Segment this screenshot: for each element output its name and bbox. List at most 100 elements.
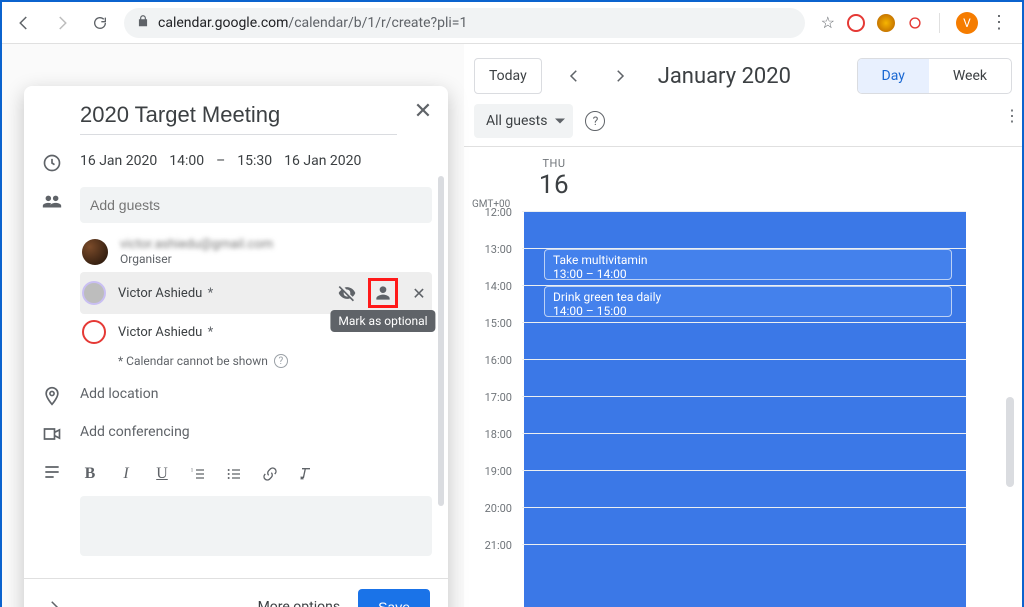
hour-label: 20:00 (466, 502, 512, 515)
day-number: 16 (524, 170, 584, 200)
guest-list: victor.ashiedu@gmail.com Organiser Victo… (80, 231, 432, 368)
visibility-off-icon[interactable] (336, 282, 358, 304)
day-of-week: THU (524, 157, 584, 170)
view-toggle: Day Week (857, 58, 1012, 94)
calendar-settings-icon[interactable]: ⋮ (1004, 106, 1022, 125)
link-button[interactable] (260, 464, 280, 484)
hour-label: 21:00 (466, 539, 512, 552)
extension-icon-2[interactable] (877, 14, 895, 32)
event-title-input[interactable] (80, 100, 397, 135)
toolbar-right: ☆ V ⋮ (815, 12, 1014, 34)
panel-footer: More options Save (24, 578, 448, 607)
star-icon[interactable]: ☆ (821, 13, 835, 32)
event-2[interactable]: Drink green tea daily 14:00 – 15:00 (544, 286, 952, 317)
description-textarea[interactable] (80, 496, 432, 556)
today-button[interactable]: Today (474, 58, 542, 94)
underline-button[interactable]: U (152, 464, 172, 484)
add-guests-input[interactable] (80, 187, 432, 223)
hour-label: 14:00 (466, 280, 512, 293)
next-day-button[interactable] (606, 62, 634, 90)
calendar-header: Today January 2020 Day Week (464, 44, 1022, 104)
back-button[interactable] (10, 9, 38, 37)
mark-optional-button[interactable] (368, 278, 398, 308)
url-text: calendar.google.com/calendar/b/1/r/creat… (158, 15, 467, 31)
content-area: Today January 2020 Day Week ⋮ All guests… (2, 44, 1022, 607)
calendar-subheader: All guests ? (464, 104, 1022, 146)
extension-icon-1[interactable] (847, 14, 865, 32)
separator (939, 13, 940, 33)
browser-menu-icon[interactable]: ⋮ (990, 12, 1008, 33)
prev-day-button[interactable] (560, 62, 588, 90)
optional-asterisk: * (208, 325, 214, 340)
event-1[interactable]: Take multivitamin 13:00 – 14:00 (544, 249, 952, 280)
hour-label: 12:00 (466, 206, 512, 219)
organiser-label: Organiser (120, 252, 430, 266)
guests-filter-dropdown[interactable]: All guests (474, 104, 573, 138)
lock-icon (136, 13, 150, 32)
bold-button[interactable]: B (80, 464, 100, 484)
clear-format-button[interactable] (296, 464, 316, 484)
calendar-day-view: Today January 2020 Day Week ⋮ All guests… (464, 44, 1022, 607)
hour-label: 19:00 (466, 465, 512, 478)
end-time[interactable]: 15:30 (237, 153, 272, 169)
forward-button[interactable] (48, 9, 76, 37)
event-time: 13:00 – 14:00 (553, 267, 943, 281)
event-editor-panel: ✕ 16 Jan 2020 14:00 – 15:30 16 Jan 2020 (24, 86, 448, 607)
hour-label: 18:00 (466, 428, 512, 441)
guest-row-1[interactable]: Victor Ashiedu * (80, 272, 432, 314)
event-title: Take multivitamin (553, 253, 943, 267)
location-icon (24, 382, 80, 406)
guest-organiser-row[interactable]: victor.ashiedu@gmail.com Organiser (80, 231, 432, 272)
save-button[interactable]: Save (358, 589, 430, 607)
clock-icon (24, 149, 80, 173)
guests-icon (24, 187, 80, 368)
more-options-button[interactable]: More options (258, 599, 341, 607)
avatar (82, 239, 108, 265)
time-separator: – (216, 153, 225, 169)
dropdown-caret-icon (555, 119, 565, 124)
guests-filter-label: All guests (486, 113, 547, 129)
avatar (82, 281, 106, 305)
collapse-button[interactable] (42, 595, 66, 607)
scrollbar[interactable] (1006, 397, 1014, 487)
avatar (82, 320, 106, 344)
calendar-grid: THU 16 GMT+00 12:00 13:00 14:00 15:00 16… (464, 146, 1022, 607)
start-time[interactable]: 14:00 (169, 153, 204, 169)
optional-asterisk: * (208, 286, 214, 301)
start-date[interactable]: 16 Jan 2020 (80, 153, 157, 169)
svg-text:1: 1 (191, 467, 194, 473)
help-icon[interactable]: ? (274, 354, 288, 368)
calendar-warning: * Calendar cannot be shown ? (118, 354, 432, 368)
remove-guest-button[interactable]: ✕ (408, 282, 430, 304)
hour-label: 15:00 (466, 317, 512, 330)
bulleted-list-button[interactable] (224, 464, 244, 484)
numbered-list-button[interactable]: 1 (188, 464, 208, 484)
warning-text: * Calendar cannot be shown (118, 354, 268, 368)
profile-avatar[interactable]: V (956, 12, 978, 34)
view-day-button[interactable]: Day (858, 59, 929, 93)
video-icon (24, 420, 80, 444)
reload-button[interactable] (86, 9, 114, 37)
format-toolbar: B I U 1 (80, 458, 432, 490)
hour-label: 16:00 (466, 354, 512, 367)
browser-window: calendar.google.com/calendar/b/1/r/creat… (2, 2, 1022, 607)
organiser-name: victor.ashiedu@gmail.com (120, 237, 273, 252)
hour-label: 17:00 (466, 391, 512, 404)
help-icon[interactable]: ? (585, 111, 605, 131)
guest-name: Victor Ashiedu (118, 286, 202, 301)
italic-button[interactable]: I (116, 464, 136, 484)
add-location-row[interactable]: Add location (80, 386, 432, 402)
event-title: Drink green tea daily (553, 290, 943, 304)
add-conferencing-row[interactable]: Add conferencing (80, 424, 432, 440)
end-date[interactable]: 16 Jan 2020 (284, 153, 361, 169)
view-week-button[interactable]: Week (929, 59, 1011, 93)
omnibox[interactable]: calendar.google.com/calendar/b/1/r/creat… (124, 8, 805, 38)
browser-toolbar: calendar.google.com/calendar/b/1/r/creat… (2, 2, 1022, 44)
close-button[interactable]: ✕ (408, 96, 438, 126)
datetime-row[interactable]: 16 Jan 2020 14:00 – 15:30 16 Jan 2020 (80, 153, 432, 169)
event-time: 14:00 – 15:00 (553, 304, 943, 318)
mark-optional-tooltip: Mark as optional (330, 310, 435, 332)
date-range-label[interactable]: January 2020 (658, 64, 791, 89)
extension-icon-3[interactable] (909, 17, 920, 28)
panel-scrollbar[interactable] (438, 176, 444, 506)
